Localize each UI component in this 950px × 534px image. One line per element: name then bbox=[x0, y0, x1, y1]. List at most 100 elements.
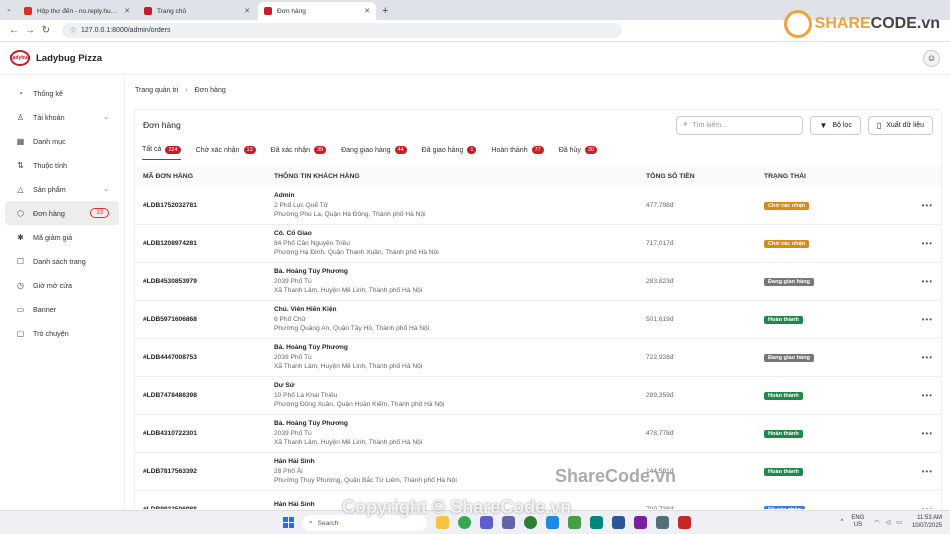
sidebar-item-label: Thuộc tính bbox=[33, 160, 67, 170]
close-tab-icon[interactable]: ✕ bbox=[244, 7, 250, 15]
order-id[interactable]: #LDB7817563392 bbox=[143, 468, 274, 475]
clock[interactable]: 11:53 AM 10/07/2025 bbox=[912, 514, 942, 530]
sidebar-item[interactable]: ☐ Danh sách trang bbox=[5, 249, 119, 273]
sidebar-item[interactable]: ▦ Danh mục bbox=[5, 129, 119, 153]
sidebar-icon: △ bbox=[17, 184, 24, 194]
sidebar-item[interactable]: ♙ Tài khoản ⌄ bbox=[5, 105, 119, 129]
browser-tab-orders[interactable]: Đơn hàng ✕ bbox=[258, 2, 376, 20]
browser-tab-title: Đơn hàng bbox=[277, 7, 306, 15]
table-row[interactable]: #LDB1208974281 Cô. Cổ Giao 84 Phố Cần Nguy… bbox=[135, 225, 941, 263]
column-header-id[interactable]: MÃ ĐƠN HÀNG bbox=[143, 173, 274, 180]
table-row[interactable]: #LDB1752032781 Admin 2 Phố Lục Quế Tử Phườn… bbox=[135, 187, 941, 225]
visual-studio-icon[interactable] bbox=[634, 516, 647, 529]
status-tab-count: 30 bbox=[584, 146, 598, 154]
breadcrumb-root[interactable]: Trang quản trị bbox=[135, 87, 178, 94]
app-logo[interactable]: Ladybug bbox=[10, 50, 30, 66]
order-id[interactable]: #LDB7478486398 bbox=[143, 392, 274, 399]
wifi-icon[interactable]: ◠ bbox=[874, 519, 879, 526]
status-tab-count: 13 bbox=[243, 146, 256, 154]
status-tab[interactable]: Đang giao hàng 44 bbox=[341, 140, 407, 160]
site-info-icon[interactable]: ⓘ bbox=[70, 26, 76, 35]
logo-part-1: SHARE bbox=[814, 15, 871, 32]
column-header-status[interactable]: TRẠNG THÁI bbox=[764, 173, 933, 180]
status-tab[interactable]: Hoàn thành 77 bbox=[491, 140, 544, 160]
order-id[interactable]: #LDB5971606868 bbox=[143, 316, 274, 323]
site-favicon-icon bbox=[144, 7, 152, 15]
status-tab[interactable]: Đã hủy 30 bbox=[559, 140, 598, 160]
status-tabs: Tất cả 224 Chờ xác nhận 13 Đã xác nhận 39 Đang… bbox=[135, 140, 941, 160]
tab-list-icon[interactable]: ⌄ bbox=[6, 5, 12, 13]
sidebar-item-label: Đơn hàng bbox=[33, 208, 65, 218]
windows-start-icon[interactable] bbox=[283, 517, 294, 528]
sharecode-logo-icon bbox=[783, 10, 812, 38]
order-id[interactable]: #LDB9833506988 bbox=[143, 506, 274, 509]
new-tab-button[interactable]: + bbox=[382, 5, 388, 17]
order-id[interactable]: #LDB4530853979 bbox=[143, 278, 274, 285]
search-input[interactable]: ⌕ Tìm kiếm... bbox=[676, 115, 804, 135]
more-actions-icon[interactable]: ••• bbox=[922, 277, 933, 286]
table-row[interactable]: #LDB7478486398 Dư Sử 10 Phố La Khai Thiều P… bbox=[135, 377, 941, 415]
browser-tab-home[interactable]: Trang chủ ✕ bbox=[138, 2, 256, 20]
chevron-up-icon[interactable]: ^ bbox=[841, 519, 844, 525]
logo-text: Ladybug bbox=[9, 55, 31, 61]
close-tab-icon[interactable]: ✕ bbox=[124, 7, 130, 15]
sidebar-icon: ▢ bbox=[16, 328, 25, 338]
order-id[interactable]: #LDB4447008753 bbox=[143, 354, 274, 361]
customer-address-line1: 2039 Phố Tú bbox=[274, 278, 312, 285]
sidebar-item-label: Giờ mở cửa bbox=[33, 280, 72, 290]
reload-icon[interactable]: ↻ bbox=[38, 25, 54, 36]
app-icon[interactable] bbox=[656, 516, 669, 529]
column-header-total[interactable]: TỔNG SỐ TIỀN bbox=[646, 173, 764, 180]
sidebar-item[interactable]: △ Sản phẩm ⌄ bbox=[5, 177, 119, 201]
more-actions-icon[interactable]: ••• bbox=[922, 315, 933, 324]
sidebar-item[interactable]: ◔ Thống kê bbox=[5, 81, 119, 105]
table-row[interactable]: #LDB4310722301 Bà. Hoàng Túy Phương 2039 P… bbox=[135, 415, 941, 453]
battery-icon[interactable]: ▭ bbox=[896, 519, 902, 526]
customer-name: Bà. Hoàng Túy Phương bbox=[274, 344, 348, 351]
app-icon[interactable] bbox=[678, 516, 691, 529]
more-actions-icon[interactable]: ••• bbox=[922, 391, 933, 400]
logo-part-2: CODE.vn bbox=[870, 15, 940, 32]
order-total: 283,823đ bbox=[646, 278, 674, 285]
url-field[interactable]: ⓘ 127.0.0.1:8000/admin/orders bbox=[62, 23, 622, 38]
status-tab[interactable]: Chờ xác nhận 13 bbox=[196, 140, 256, 160]
column-header-customer[interactable]: THÔNG TIN KHÁCH HÀNG bbox=[274, 173, 646, 180]
speaker-icon[interactable]: ◁ bbox=[886, 519, 891, 526]
customer-info: Chú. Viên Hiền Kiện 6 Phố Chữ Phường Quảng… bbox=[274, 306, 646, 333]
export-button[interactable]: ▯ Xuất dữ liệu bbox=[867, 115, 933, 135]
browser-tab-mail[interactable]: Hộp thư đến - no.reply.hungdx ✕ bbox=[18, 2, 136, 20]
sidebar-item[interactable]: ⬡ Đơn hàng 33 bbox=[5, 201, 119, 225]
order-id[interactable]: #LDB1752032781 bbox=[143, 202, 274, 209]
more-actions-icon[interactable]: ••• bbox=[922, 353, 933, 362]
close-tab-icon[interactable]: ✕ bbox=[364, 7, 370, 15]
sidebar-item[interactable]: ▭ Banner bbox=[5, 297, 119, 321]
order-id[interactable]: #LDB1208974281 bbox=[143, 240, 274, 247]
sidebar-item[interactable]: ⇅ Thuộc tính bbox=[5, 153, 119, 177]
status-tab[interactable]: Tất cả 224 bbox=[142, 140, 181, 160]
more-actions-icon[interactable]: ••• bbox=[922, 429, 933, 438]
more-actions-icon[interactable]: ••• bbox=[922, 239, 933, 248]
table-row[interactable]: #LDB4447008753 Bà. Hoàng Túy Phương 2039 P… bbox=[135, 339, 941, 377]
word-icon[interactable] bbox=[612, 516, 625, 529]
app-icon[interactable] bbox=[590, 516, 603, 529]
table-row[interactable]: #LDB7817563392 Hán Hải Sinh 28 Phố Ái Phườn… bbox=[135, 453, 941, 491]
more-actions-icon[interactable]: ••• bbox=[922, 201, 933, 210]
status-tab-label: Hoàn thành bbox=[491, 146, 528, 154]
more-actions-icon[interactable]: ••• bbox=[922, 505, 933, 509]
more-actions-icon[interactable]: ••• bbox=[922, 467, 933, 476]
status-tab[interactable]: Đã giao hàng 1 bbox=[422, 140, 477, 160]
table-row[interactable]: #LDB5971606868 Chú. Viên Hiền Kiện 6 Phố C… bbox=[135, 301, 941, 339]
filter-button[interactable]: ▼ Bộ lọc bbox=[810, 115, 861, 135]
customer-address-line2: Phường Quảng An, Quận Tây Hồ, Thành phố … bbox=[274, 325, 430, 332]
sidebar-item[interactable]: ✱ Mã giảm giá bbox=[5, 225, 119, 249]
sidebar-item[interactable]: ▢ Trò chuyện bbox=[5, 321, 119, 345]
sidebar-item[interactable]: ◷ Giờ mở cửa bbox=[5, 273, 119, 297]
order-id[interactable]: #LDB4310722301 bbox=[143, 430, 274, 437]
search-icon: ⌕ bbox=[683, 121, 688, 128]
user-avatar[interactable]: ☺ bbox=[923, 49, 940, 67]
status-tab[interactable]: Đã xác nhận 39 bbox=[271, 140, 327, 160]
language-indicator[interactable]: ENG US bbox=[851, 515, 864, 529]
forward-icon[interactable]: → bbox=[22, 25, 38, 36]
table-row[interactable]: #LDB4530853979 Bà. Hoàng Túy Phương 2039 P… bbox=[135, 263, 941, 301]
back-icon[interactable]: ← bbox=[6, 25, 22, 36]
